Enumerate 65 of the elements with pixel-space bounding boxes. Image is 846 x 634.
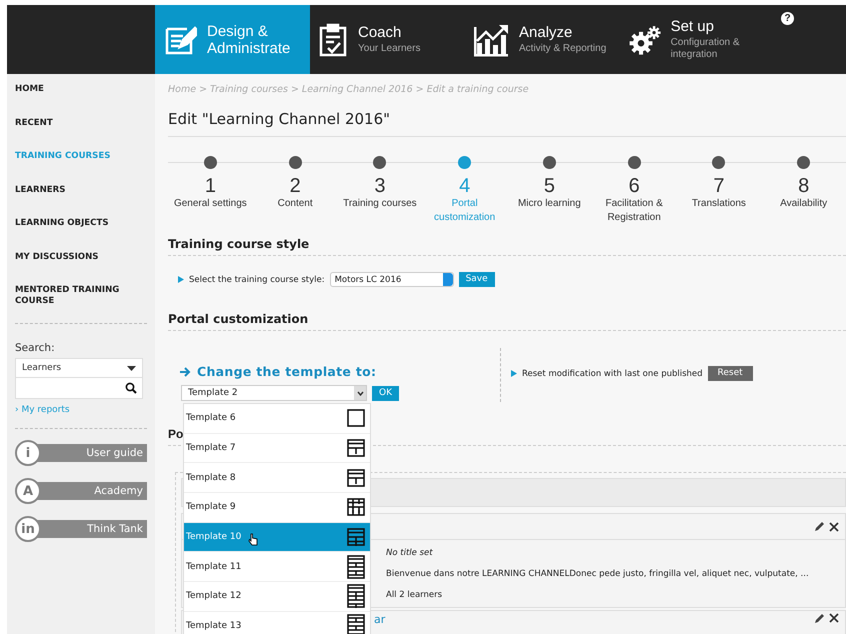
template-option[interactable]: Template 11: [184, 552, 370, 582]
layout-icon: [347, 554, 365, 579]
wizard-step[interactable]: 1 General settings: [168, 156, 253, 225]
resource-badge: i: [15, 440, 41, 466]
clipboard-check-icon: [318, 22, 348, 56]
nav-tab[interactable]: Set up Configuration & integration: [620, 5, 775, 74]
resource-button[interactable]: Think Tank: [35, 520, 147, 538]
close-icon[interactable]: [829, 613, 839, 623]
sidebar-item[interactable]: RECENT: [15, 118, 147, 151]
layout-icon: [347, 584, 365, 608]
wizard-step[interactable]: 7 Translations: [676, 156, 762, 225]
search-scope-dropdown[interactable]: Learners: [15, 358, 143, 378]
wizard-step[interactable]: 6 Facilitation & Registration: [592, 156, 676, 225]
reset-button[interactable]: Reset: [708, 366, 753, 381]
layout-icon: [347, 468, 365, 487]
wizard-step[interactable]: 5 Micro learning: [507, 156, 592, 225]
wizard-step[interactable]: 8 Availability: [761, 156, 846, 225]
sidebar-item[interactable]: LEARNERS: [15, 184, 147, 218]
search-icon: [125, 382, 137, 394]
template-option[interactable]: Template 12: [184, 582, 370, 612]
card-audience: All 2 learners: [386, 589, 444, 601]
bar-chart-icon: [473, 22, 509, 56]
search-label: Search:: [15, 342, 56, 354]
triangle-bullet-icon: [178, 276, 184, 283]
caret-icon: [127, 366, 136, 370]
wizard-step[interactable]: 3 Training courses: [338, 156, 422, 225]
layout-icon: [347, 614, 365, 634]
page-title: Edit "Learning Channel 2016": [168, 108, 846, 137]
pencil-icon[interactable]: [814, 521, 825, 532]
help-icon[interactable]: ?: [781, 12, 794, 25]
template-option[interactable]: Template 8: [184, 463, 370, 494]
triangle-bullet-icon: [511, 370, 517, 377]
section-heading: Portal customization: [168, 310, 846, 331]
change-template-label: Change the template to:: [197, 364, 376, 379]
style-prompt: Select the training course style:: [189, 274, 325, 284]
resource-badge: in: [15, 516, 41, 542]
breadcrumb: Home > Training courses > Learning Channel 2016 > Edit a training course: [168, 83, 530, 97]
arrow-right-icon: [180, 366, 191, 376]
search-field[interactable]: [15, 378, 143, 399]
section-heading: Training course style: [168, 235, 846, 256]
template-dropdown[interactable]: Template 2: [181, 385, 367, 401]
resource-button[interactable]: User guide: [35, 444, 147, 462]
sidebar-item[interactable]: HOME: [15, 84, 147, 118]
reset-prompt: Reset modification with last one published: [522, 368, 703, 378]
layout-icon: [347, 528, 365, 546]
wizard-step[interactable]: 2 Content: [252, 156, 338, 225]
layout-icon: [347, 409, 365, 428]
card-caption: No title set: [386, 547, 434, 559]
resource-button[interactable]: Academy: [35, 482, 147, 500]
card-description: Bienvenue dans notre LEARNING CHANNELDonec pede justo, fringilla vel, aliquet nec, vulputate, ...: [386, 568, 810, 580]
nav-tab[interactable]: Analyze Activity & Reporting: [465, 5, 620, 74]
sidebar-item[interactable]: LEARNING OBJECTS: [15, 218, 147, 252]
sidebar-item[interactable]: MENTORED TRAINING COURSE: [15, 285, 130, 307]
layout-icon: [347, 439, 365, 458]
sidebar-item[interactable]: MY DISCUSSIONS: [15, 252, 147, 285]
hand-cursor-icon: [248, 532, 258, 546]
layout-icon: [347, 498, 365, 516]
template-option[interactable]: Template 6: [184, 404, 370, 434]
chevron-down-icon: [356, 390, 364, 396]
resource-badge: A: [15, 478, 41, 504]
template-option[interactable]: Template 13: [184, 612, 370, 634]
close-icon[interactable]: [829, 522, 839, 532]
style-dropdown[interactable]: Motors LC 2016: [330, 272, 454, 287]
nav-tab[interactable]: Coach Your Learners: [310, 5, 465, 74]
pencil-icon[interactable]: [814, 613, 825, 624]
